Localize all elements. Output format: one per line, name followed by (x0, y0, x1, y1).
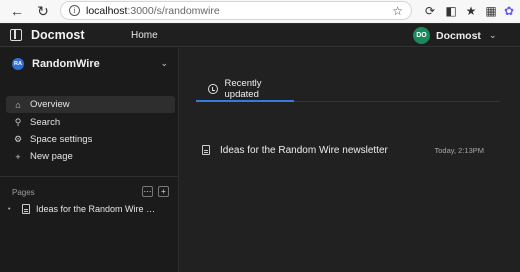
favorites-icon[interactable]: ★ (462, 2, 480, 20)
space-avatar: RA (12, 58, 24, 70)
collections-icon[interactable]: ▦ (482, 2, 500, 20)
recent-page-timestamp: Today, 2:13PM (434, 146, 484, 155)
sidebar-item-search[interactable]: ⚲ Search (6, 114, 175, 131)
chevron-down-icon: ⌄ (488, 30, 497, 40)
reload-icon[interactable]: ↻ (32, 0, 54, 22)
page-tree-item[interactable]: • Ideas for the Random Wire newsletter (8, 202, 173, 216)
search-icon: ⚲ (14, 117, 22, 127)
bullet-icon: • (8, 205, 11, 213)
sidebar-item-new-page[interactable]: + New page (6, 148, 175, 165)
bookmark-star-icon[interactable]: ☆ (392, 4, 403, 18)
sidebar-toggle-icon[interactable] (10, 29, 22, 41)
sidebar-divider (0, 176, 179, 177)
user-menu[interactable]: DO Docmost ⌄ (413, 27, 496, 44)
url-host: localhost (86, 4, 128, 17)
main-content: Recently updated Ideas for the Random Wi… (180, 48, 520, 272)
tab-label: Recently updated (224, 78, 262, 100)
copilot-icon[interactable]: ✿ (500, 2, 518, 20)
clock-icon (208, 84, 218, 94)
gear-icon: ⚙ (13, 134, 23, 144)
add-page-button[interactable]: + (158, 186, 169, 197)
extension-icon[interactable]: ⟳ (421, 2, 439, 20)
browser-toolbar: ← ↻ i localhost:3000/s/randomwire ☆ ⟳ ◧ … (0, 0, 520, 22)
recent-page-title: Ideas for the Random Wire newsletter (220, 144, 388, 156)
site-info-icon[interactable]: i (69, 5, 80, 16)
app-window: Docmost Home DO Docmost ⌄ RA RandomWire … (0, 23, 520, 272)
back-arrow-icon[interactable]: ← (6, 0, 28, 22)
sidebar: RA RandomWire ⌄ ⌂ Overview ⚲ Search ⚙ Sp… (0, 48, 179, 272)
tab-active-indicator (196, 100, 294, 102)
sidebar-item-label: Search (30, 117, 61, 128)
plus-icon: + (15, 151, 21, 162)
space-switcher[interactable]: RA RandomWire ⌄ (12, 55, 172, 73)
sidebar-item-space-settings[interactable]: ⚙ Space settings (6, 131, 175, 148)
sidebar-item-label: Space settings (30, 134, 93, 145)
user-name: Docmost (436, 29, 481, 42)
app-logo[interactable]: Docmost (31, 28, 84, 42)
split-screen-icon[interactable]: ◧ (442, 2, 460, 20)
sidebar-item-label: Overview (30, 99, 70, 110)
avatar: DO (413, 27, 430, 44)
url-path: :3000/s/randomwire (127, 4, 220, 17)
document-icon (202, 145, 210, 155)
sidebar-item-label: New page (30, 151, 73, 162)
app-header: Docmost Home DO Docmost ⌄ (0, 24, 520, 47)
pages-section-label: Pages (12, 188, 35, 197)
home-link[interactable]: Home (131, 30, 158, 41)
sidebar-item-overview[interactable]: ⌂ Overview (6, 96, 175, 113)
list-item[interactable]: Ideas for the Random Wire newsletter Tod… (202, 142, 484, 158)
address-bar[interactable]: i localhost:3000/s/randomwire ☆ (60, 1, 412, 20)
document-icon (22, 204, 30, 214)
page-tree-item-label: Ideas for the Random Wire newsletter (36, 204, 158, 214)
chevron-down-icon: ⌄ (160, 58, 168, 68)
more-options-icon[interactable]: ⋯ (142, 186, 153, 197)
home-icon: ⌂ (15, 99, 21, 110)
tab-recently-updated[interactable]: Recently updated (196, 77, 294, 101)
space-name: RandomWire (32, 58, 100, 70)
